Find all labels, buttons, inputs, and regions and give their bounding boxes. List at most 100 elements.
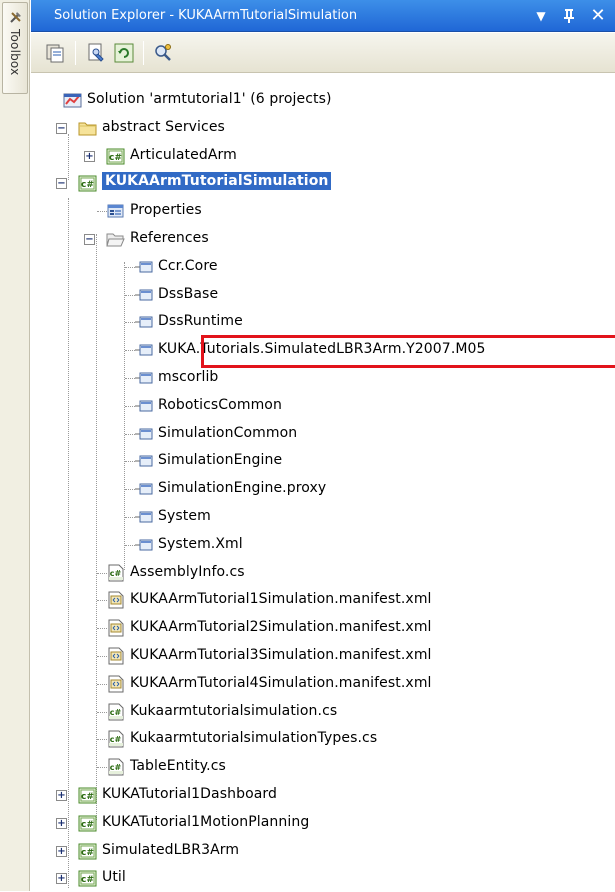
- tree-item-label: TableEntity.cs: [130, 758, 226, 774]
- reference-icon: [135, 372, 153, 384]
- window-position-dropdown-button[interactable]: ▼: [531, 6, 551, 26]
- toolbar-separator: [143, 41, 144, 65]
- solution-tree: Solution 'armtutorial1' (6 projects) − abs…: [31, 74, 615, 891]
- solution-explorer-panel: Solution Explorer - KUKAArmTutorialSimul…: [31, 0, 615, 891]
- svg-text:c#: c#: [81, 848, 94, 858]
- collapse-toggle[interactable]: −: [84, 234, 95, 245]
- tree-item-label: KUKAArmTutorialSimulation: [102, 172, 332, 190]
- tree-project-item[interactable]: + c# KUKATutorial1Dashboard: [31, 781, 615, 809]
- xml-manifest-icon: [108, 647, 124, 665]
- reference-icon: [135, 289, 153, 301]
- tree-cs-file[interactable]: c# AssemblyInfo.cs: [31, 559, 615, 587]
- csharp-project-icon: c#: [78, 787, 97, 804]
- csharp-project-icon: c#: [78, 175, 97, 192]
- svg-text:c#: c#: [110, 569, 122, 578]
- tree-project-articulatedarm[interactable]: + c# ArticulatedArm: [31, 142, 615, 170]
- tree-reference-item[interactable]: RoboticsCommon: [31, 392, 615, 420]
- properties-folder-icon: [107, 204, 124, 218]
- tree-folder-abstract-services[interactable]: − abstract Services: [31, 114, 615, 142]
- tree-manifest-file[interactable]: KUKAArmTutorial1Simulation.manifest.xml: [31, 586, 615, 614]
- show-all-files-icon[interactable]: [44, 42, 66, 64]
- expand-toggle[interactable]: +: [56, 818, 67, 829]
- expand-toggle[interactable]: +: [56, 873, 67, 884]
- tree-reference-item[interactable]: DssBase: [31, 281, 615, 309]
- tree-item-label: KUKATutorial1MotionPlanning: [102, 814, 310, 830]
- expand-toggle[interactable]: +: [56, 790, 67, 801]
- tree-reference-item[interactable]: SimulationCommon: [31, 420, 615, 448]
- collapse-toggle[interactable]: −: [56, 123, 67, 134]
- csharp-project-icon: c#: [78, 815, 97, 832]
- tree-item-label: mscorlib: [158, 369, 219, 385]
- tree-item-label: KUKATutorial1Dashboard: [102, 786, 278, 802]
- tree-item-label: ArticulatedArm: [130, 147, 237, 163]
- tree-item-label: Properties: [130, 202, 202, 218]
- xml-manifest-icon: [108, 591, 124, 609]
- tree-item-label: AssemblyInfo.cs: [130, 564, 245, 580]
- tree-item-label: System: [158, 508, 211, 524]
- window-title: Solution Explorer - KUKAArmTutorialSimul…: [54, 8, 358, 23]
- csharp-file-icon: c#: [108, 564, 124, 582]
- tree-manifest-file[interactable]: KUKAArmTutorial3Simulation.manifest.xml: [31, 642, 615, 670]
- csharp-file-icon: c#: [108, 703, 124, 721]
- tree-item-label: Kukaarmtutorialsimulation.cs: [130, 703, 338, 719]
- tree-reference-item[interactable]: SimulationEngine: [31, 447, 615, 475]
- csharp-file-icon: c#: [108, 758, 124, 776]
- tree-item-label: DssRuntime: [158, 313, 243, 329]
- tree-cs-file[interactable]: c# Kukaarmtutorialsimulation.cs: [31, 698, 615, 726]
- refresh-icon[interactable]: [113, 42, 135, 64]
- csharp-project-icon: c#: [78, 870, 97, 887]
- svg-text:c#: c#: [81, 792, 94, 802]
- tree-cs-file[interactable]: c# TableEntity.cs: [31, 753, 615, 781]
- reference-icon: [135, 428, 153, 440]
- tree-manifest-file[interactable]: KUKAArmTutorial2Simulation.manifest.xml: [31, 614, 615, 642]
- pin-icon: [564, 9, 574, 23]
- close-button[interactable]: ✕: [587, 6, 609, 26]
- csharp-file-icon: c#: [108, 730, 124, 748]
- reference-icon: [135, 483, 153, 495]
- collapse-toggle[interactable]: −: [56, 178, 67, 189]
- title-bar[interactable]: Solution Explorer - KUKAArmTutorialSimul…: [31, 0, 615, 32]
- expand-toggle[interactable]: +: [56, 846, 67, 857]
- tree-item-label: KUKAArmTutorial4Simulation.manifest.xml: [130, 675, 432, 691]
- toolbox-icon: [10, 12, 21, 23]
- tree-project-item[interactable]: + c# Util: [31, 864, 615, 892]
- tree-reference-item[interactable]: System: [31, 503, 615, 531]
- tree-item-label: KUKAArmTutorial1Simulation.manifest.xml: [130, 591, 432, 607]
- view-class-diagram-icon[interactable]: [152, 42, 174, 64]
- tree-item-label: SimulationEngine.proxy: [158, 480, 327, 496]
- tree-reference-item[interactable]: DssRuntime: [31, 308, 615, 336]
- tree-item-label: Solution 'armtutorial1' (6 projects): [87, 91, 332, 107]
- properties-icon[interactable]: [85, 42, 107, 64]
- tree-item-label: KukaarmtutorialsimulationTypes.cs: [130, 730, 378, 746]
- tree-project-item[interactable]: + c# SimulatedLBR3Arm: [31, 837, 615, 865]
- svg-text:c#: c#: [110, 763, 122, 772]
- tree-item-label: Ccr.Core: [158, 258, 218, 274]
- reference-icon: [135, 261, 153, 273]
- auto-hide-pin-button[interactable]: [559, 6, 579, 26]
- tree-reference-item[interactable]: Ccr.Core: [31, 253, 615, 281]
- tree-reference-item[interactable]: SimulationEngine.proxy: [31, 475, 615, 503]
- folder-open-icon: [106, 233, 125, 247]
- tree-item-label: SimulationCommon: [158, 425, 298, 441]
- toolbox-label: Toolbox: [8, 29, 22, 76]
- svg-text:c#: c#: [110, 708, 122, 717]
- xml-manifest-icon: [108, 619, 124, 637]
- tree-item-label: SimulatedLBR3Arm: [102, 842, 240, 858]
- tree-references-folder[interactable]: − References: [31, 225, 615, 253]
- tree-reference-item[interactable]: mscorlib: [31, 364, 615, 392]
- tree-manifest-file[interactable]: KUKAArmTutorial4Simulation.manifest.xml: [31, 670, 615, 698]
- tree-solution[interactable]: Solution 'armtutorial1' (6 projects): [31, 86, 615, 114]
- tree-project-kukaarmtutorialsimulation[interactable]: − c# KUKAArmTutorialSimulation: [31, 169, 615, 197]
- reference-icon: [135, 511, 153, 523]
- tree-item-label: RoboticsCommon: [158, 397, 282, 413]
- expand-toggle[interactable]: +: [84, 151, 95, 162]
- reference-icon: [135, 344, 153, 356]
- tree-reference-item[interactable]: System.Xml: [31, 531, 615, 559]
- reference-icon: [135, 455, 153, 467]
- tree-item-label: SimulationEngine: [158, 452, 283, 468]
- tree-cs-file[interactable]: c# KukaarmtutorialsimulationTypes.cs: [31, 725, 615, 753]
- tree-project-item[interactable]: + c# KUKATutorial1MotionPlanning: [31, 809, 615, 837]
- svg-text:c#: c#: [81, 820, 94, 830]
- tree-properties[interactable]: Properties: [31, 197, 615, 225]
- toolbox-tab[interactable]: Toolbox: [2, 2, 28, 94]
